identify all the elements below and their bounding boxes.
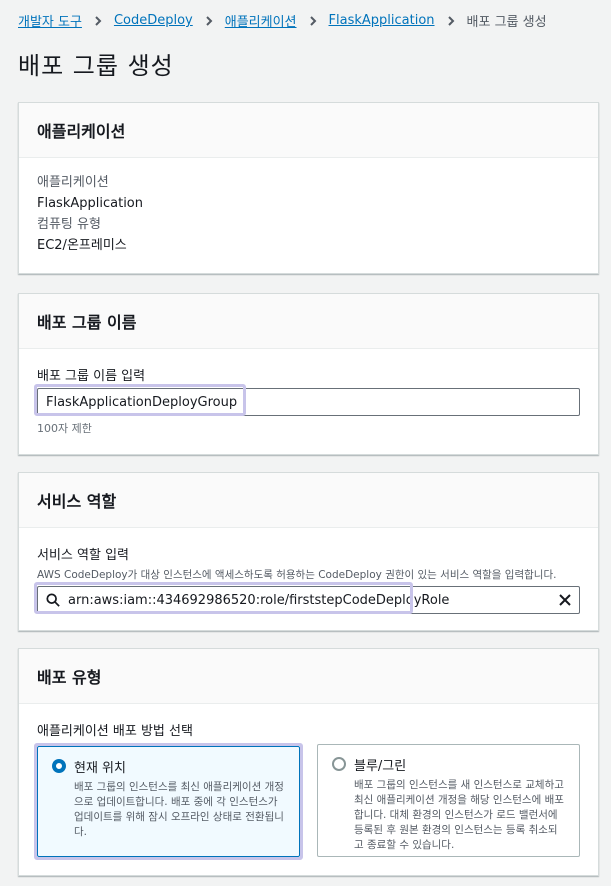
breadcrumb-link-developer-tools[interactable]: 개발자 도구 [18,11,82,30]
service-role-label: 서비스 역할 입력 [37,548,129,563]
chevron-right-icon [309,15,316,26]
service-role-value: arn:aws:iam::434692986520:role/firststep… [68,592,450,608]
chevron-right-icon [447,15,454,26]
service-role-description: AWS CodeDeploy가 대상 인스턴스에 액세스하도록 허용하는 Cod… [37,569,557,581]
application-panel-title: 애플리케이션 [19,103,598,158]
service-role-panel-title: 서비스 역할 [19,473,598,528]
breadcrumb-link-applications[interactable]: 애플리케이션 [225,11,297,30]
service-role-input[interactable]: arn:aws:iam::434692986520:role/firststep… [34,582,580,614]
chevron-right-icon [95,15,102,26]
deployment-group-name-panel-title: 배포 그룹 이름 [19,294,598,349]
deployment-group-name-input[interactable]: FlaskApplicationDeployGroup [34,384,580,416]
deployment-group-name-value: FlaskApplicationDeployGroup [46,394,238,410]
deployment-group-name-label: 배포 그룹 이름 입력 [37,369,146,384]
chevron-right-icon [206,15,213,26]
deployment-type-label: 애플리케이션 배포 방법 선택 [37,724,193,739]
deployment-type-panel-title: 배포 유형 [19,649,598,704]
deployment-type-option-blue-green[interactable]: 블루/그린 배포 그룹의 인스턴스를 새 인스턴스로 교체하고 최신 애플리케이… [317,744,580,857]
search-icon [46,593,60,607]
radio-blue-green[interactable] [332,757,346,771]
clear-input-button[interactable] [557,592,573,608]
breadcrumb-link-codedeploy[interactable]: CodeDeploy [114,13,193,28]
compute-platform-key: 컴퓨팅 유형 [37,217,101,232]
deployment-type-option-in-place[interactable]: 현재 위치 배포 그룹의 인스턴스를 최신 애플리케이션 개정으로 업데이트합니… [34,743,303,860]
option-blue-green-description: 배포 그룹의 인스턴스를 새 인스턴스로 교체하고 최신 애플리케이션 개정을 … [354,779,564,851]
option-in-place-title: 현재 위치 [74,761,126,776]
breadcrumb-link-flaskapplication[interactable]: FlaskApplication [329,13,435,28]
application-value: FlaskApplication [37,196,143,211]
deployment-type-panel: 배포 유형 애플리케이션 배포 방법 선택 현재 위치 배포 그룹의 인스턴스를… [18,648,599,876]
application-panel: 애플리케이션 애플리케이션 FlaskApplication 컴퓨팅 유형 EC… [18,102,599,274]
breadcrumb: 개발자 도구 CodeDeploy 애플리케이션 FlaskApplicatio… [18,11,547,30]
service-role-panel: 서비스 역할 서비스 역할 입력 AWS CodeDeploy가 대상 인스턴스… [18,472,599,631]
close-icon [559,594,571,606]
deployment-group-name-constraint: 100자 제한 [37,422,92,435]
radio-in-place[interactable] [52,759,66,773]
page-title: 배포 그룹 생성 [18,52,174,80]
breadcrumb-current: 배포 그룹 생성 [466,15,547,30]
option-blue-green-title: 블루/그린 [354,759,407,774]
application-key: 애플리케이션 [37,175,109,190]
compute-platform-value: EC2/온프레미스 [37,238,127,253]
deployment-group-name-panel: 배포 그룹 이름 배포 그룹 이름 입력 FlaskApplicationDep… [18,293,599,455]
option-in-place-description: 배포 그룹의 인스턴스를 최신 애플리케이션 개정으로 업데이트합니다. 배포 … [74,781,284,838]
